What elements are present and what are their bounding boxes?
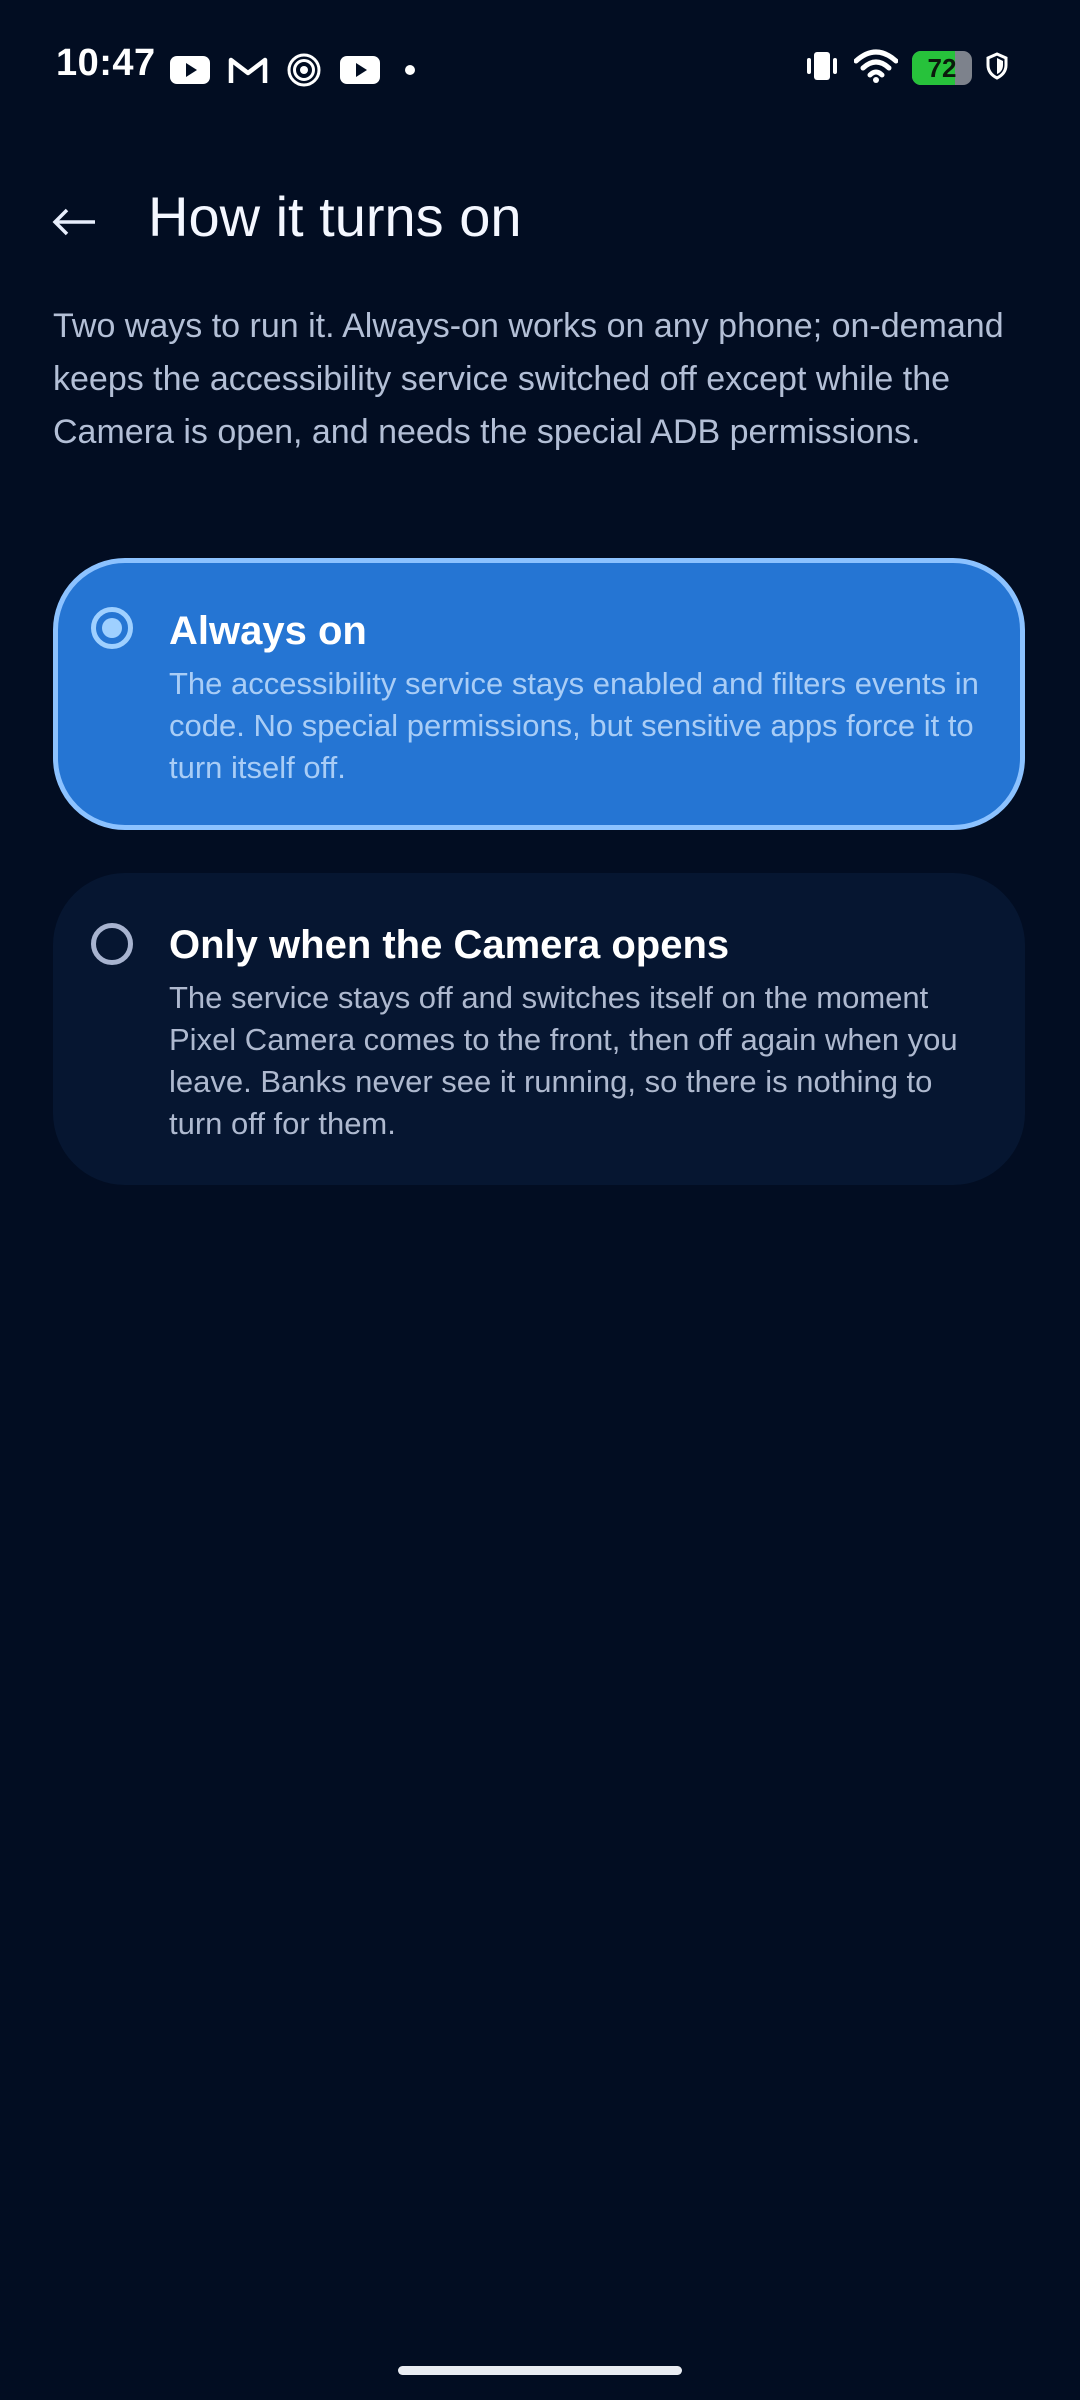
back-button[interactable]: [42, 190, 106, 254]
page-description: Two ways to run it. Always-on works on a…: [53, 307, 1004, 451]
status-bar: 10:47 72: [0, 0, 1080, 136]
radio-button-selected[interactable]: [91, 607, 133, 649]
option-description: The accessibility service stays enabled …: [169, 666, 979, 785]
option-title: Always on: [169, 609, 367, 653]
radio-button-unselected[interactable]: [91, 923, 133, 965]
page-title: How it turns on: [148, 185, 522, 248]
spiral-app-icon: [286, 52, 322, 88]
option-title: Only when the Camera opens: [169, 923, 730, 967]
battery-level: 72: [927, 52, 957, 83]
shield-icon: [986, 51, 1008, 85]
option-camera-opens[interactable]: Only when the Camera opens The service s…: [53, 873, 1025, 1185]
screen: 10:47 72 How it turns on Two ways to run…: [0, 0, 1080, 2400]
battery-icon: 72: [912, 51, 972, 85]
vibrate-icon: [804, 50, 840, 87]
status-time: 10:47: [56, 42, 156, 84]
system-icons: 72: [804, 48, 1008, 88]
option-description: The service stays off and switches itsel…: [169, 980, 958, 1141]
back-arrow-icon: [52, 208, 95, 236]
option-always-on[interactable]: Always on The accessibility service stay…: [53, 558, 1025, 830]
youtube-icon: [170, 55, 210, 85]
more-notifications-dot-icon: [398, 63, 422, 77]
notification-icons: [170, 50, 422, 90]
gmail-icon: [228, 55, 268, 85]
wifi-icon: [853, 49, 899, 88]
gesture-nav-bar[interactable]: [398, 2366, 682, 2375]
youtube-icon: [340, 55, 380, 85]
